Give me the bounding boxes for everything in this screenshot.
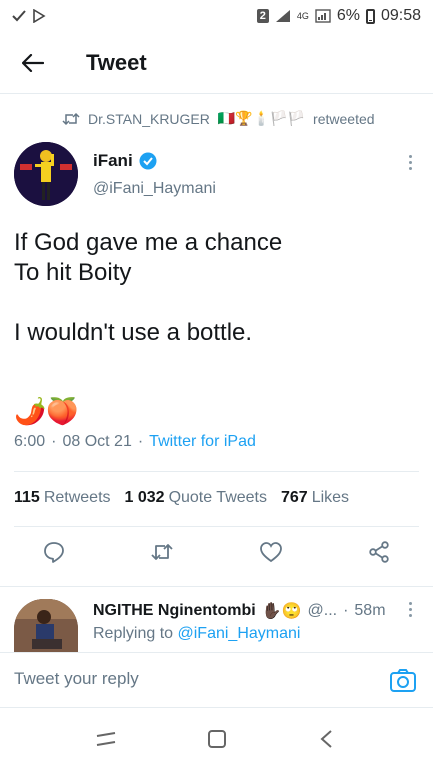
quotes-label: Quote Tweets [168,489,267,506]
play-store-icon [33,9,46,23]
status-bar: 2 4G 6% 09:58 [0,0,433,32]
reply-handle: @... [307,602,338,619]
replying-to-label: Replying to [93,625,174,642]
reply-input[interactable] [14,669,354,689]
meta-separator: · [51,433,57,450]
divider [14,471,419,472]
reply-separator: · [343,602,349,619]
nav-back-icon[interactable] [315,726,341,752]
tweet-emojis: 🌶️🍑 [14,396,79,426]
recent-apps-icon[interactable] [93,726,119,752]
author-name-row[interactable]: iFani [93,151,157,171]
reply-tweet[interactable]: NGITHE Nginentombi ✋🏿🙄 @... · 58m Replyi… [0,586,433,655]
share-icon[interactable] [367,540,391,564]
likes-stat[interactable]: 767 Likes [281,489,349,507]
tweet-meta: 6:00 · 08 Oct 21 · Twitter for iPad [14,433,256,451]
reply-avatar[interactable] [14,599,78,655]
verified-badge-icon [139,152,157,170]
camera-icon[interactable] [389,667,417,695]
home-icon[interactable] [204,726,230,752]
tweet-source-link[interactable]: Twitter for iPad [149,433,256,451]
reply-more-options-icon[interactable] [405,599,415,623]
page-title: Tweet [86,49,147,75]
top-app-bar: Tweet [0,32,433,94]
reply-author-name[interactable]: NGITHE Nginentombi [93,602,256,620]
retweeted-label: retweeted [313,110,375,127]
retweets-count: 115 [14,489,40,506]
tweet-time: 6:00 [14,433,46,450]
tweet-actions [14,540,419,570]
tweet-text: If God gave me a chance To hit Boity I w… [14,229,283,346]
reply-header: NGITHE Nginentombi ✋🏿🙄 @... · 58m [93,601,386,621]
retweeter-emojis: 🇮🇹🏆🕯️🏳️🏳️ [217,110,306,126]
replying-to: Replying to @iFani_Haymani [93,625,300,643]
tweet-stats: 115 Retweets 1 032 Quote Tweets 767 Likes [14,489,349,507]
retweets-label: Retweets [43,489,111,506]
signal-bars-icon [315,9,331,23]
quotes-count: 1 032 [124,489,165,506]
reply-author-emojis: ✋🏿🙄 [261,603,302,620]
battery-percent: 6% [336,7,360,24]
reply-time: 58m [354,602,386,619]
author-name: iFani [93,151,133,170]
checkmark-icon [12,10,26,22]
like-heart-icon[interactable] [259,540,283,564]
retweet-icon [62,112,80,125]
status-left-icons [12,9,46,23]
tweet-date: 08 Oct 21 [62,433,132,450]
likes-count: 767 [281,489,308,506]
retweeter-name: Dr.STAN_KRUGER [88,110,210,127]
back-arrow-icon [22,53,44,72]
signal-icon [275,10,290,22]
network-type: 4G [296,10,309,21]
retweet-context[interactable]: Dr.STAN_KRUGER 🇮🇹🏆🕯️🏳️🏳️ retweeted [62,110,375,127]
replying-to-mention[interactable]: @iFani_Haymani [178,625,301,642]
reply-avatar-image [14,599,78,655]
retweets-stat[interactable]: 115 Retweets [14,489,111,507]
battery-icon [365,8,375,24]
sim-badge: 2 [256,9,269,23]
reply-icon[interactable] [42,540,66,564]
author-handle[interactable]: @iFani_Haymani [93,180,216,198]
divider [14,526,419,527]
clock: 09:58 [380,7,421,24]
avatar-image [14,142,78,206]
reply-compose-bar [0,652,433,708]
status-right-icons: 2 4G 6% 09:58 [256,7,421,25]
system-nav-bar [0,708,433,770]
author-avatar[interactable] [14,142,78,206]
quote-tweets-stat[interactable]: 1 032 Quote Tweets [125,489,267,507]
retweet-action-icon[interactable] [150,540,174,564]
more-options-icon[interactable] [405,152,415,176]
meta-separator: · [137,433,144,450]
likes-label: Likes [311,489,350,506]
tweet-emoji-text: 🌶️🍑 [14,395,79,426]
back-button[interactable] [8,38,58,88]
